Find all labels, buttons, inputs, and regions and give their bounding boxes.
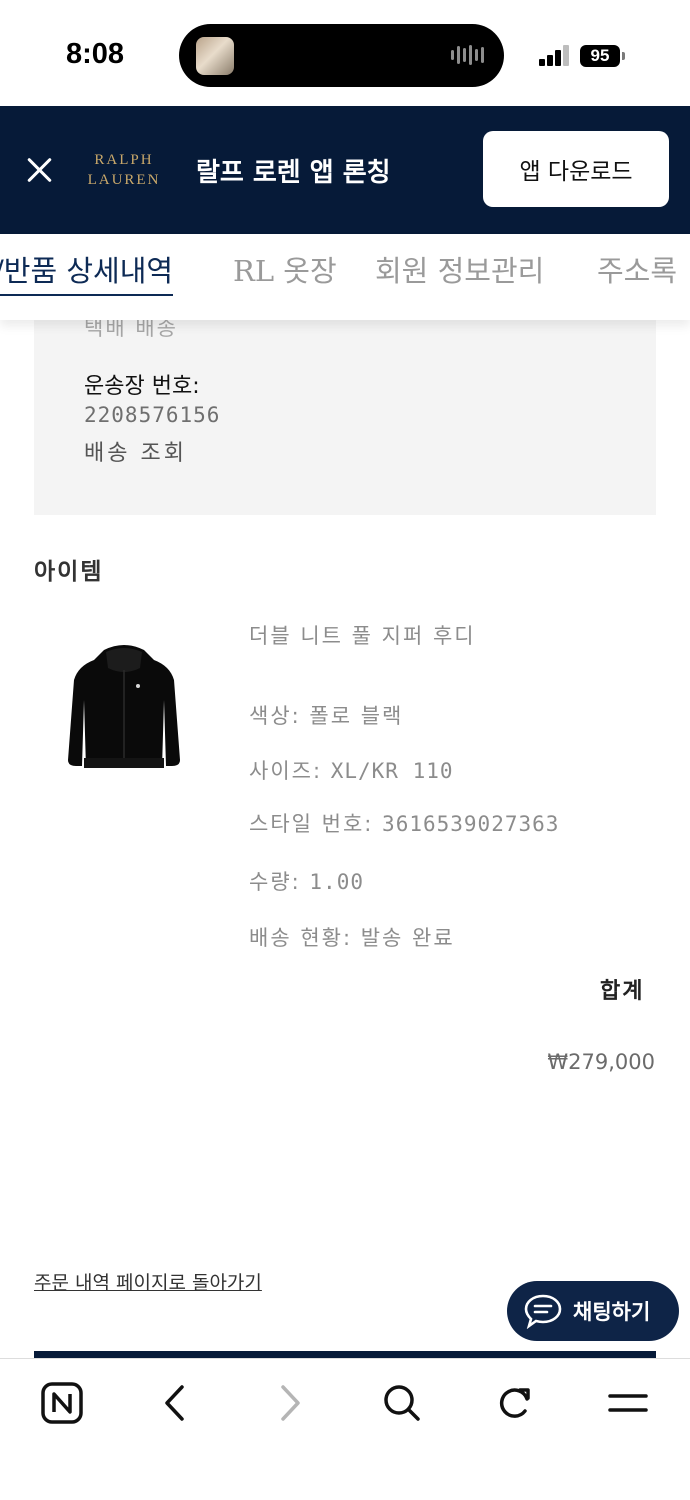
tracking-label: 운송장 번호:	[84, 374, 200, 399]
tab-rl-closet[interactable]: RL 옷장	[233, 248, 337, 290]
shipping-info-box: 택배 배송 운송장 번호: 2208576156 배송 조회	[34, 290, 656, 515]
status-time: 8:08	[66, 38, 125, 70]
status-value: 발송 완료	[360, 926, 455, 950]
product-size: 사이즈: XL/KR 110	[249, 755, 454, 785]
size-value: XL/KR 110	[330, 759, 454, 783]
now-playing-thumbnail	[196, 37, 234, 75]
ralph-lauren-logo: RALPH LAUREN	[84, 150, 164, 190]
dynamic-island[interactable]	[179, 24, 504, 87]
chat-label: 채팅하기	[573, 1300, 651, 1324]
total-value: ₩279,000	[547, 1050, 655, 1074]
logo-line-1: RALPH	[94, 152, 154, 168]
total-label: 합계	[600, 979, 645, 1004]
style-value: 3616539027363	[382, 812, 560, 836]
product-quantity: 수량: 1.00	[249, 866, 364, 896]
tab-address-book[interactable]: 주소록	[597, 248, 677, 290]
qty-value: 1.00	[309, 870, 364, 894]
tab-member-info[interactable]: 회원 정보관리	[375, 248, 544, 290]
chat-button[interactable]: 채팅하기	[507, 1281, 679, 1341]
product-name[interactable]: 더블 니트 풀 지퍼 후디	[249, 620, 476, 650]
cellular-signal-icon	[539, 44, 571, 66]
product-image[interactable]	[62, 640, 186, 780]
audio-waveform-icon	[451, 44, 485, 66]
product-color: 색상: 폴로 블랙	[249, 700, 403, 730]
track-shipment-link[interactable]: 배송 조회	[84, 435, 187, 467]
app-download-button[interactable]: 앱 다운로드	[483, 131, 669, 207]
product-style-number: 스타일 번호: 3616539027363	[249, 808, 559, 838]
color-value: 폴로 블랙	[309, 704, 404, 728]
browser-toolbar	[0, 1358, 690, 1500]
battery-icon: 95	[580, 45, 620, 67]
tracking-number: 2208576156	[84, 403, 221, 427]
back-to-orders-link[interactable]: 주문 내역 페이지로 돌아가기	[34, 1268, 262, 1295]
close-icon[interactable]	[26, 156, 54, 184]
search-icon[interactable]	[376, 1377, 428, 1429]
menu-icon[interactable]	[602, 1377, 654, 1429]
forward-icon[interactable]	[264, 1377, 316, 1429]
tab-return-details[interactable]: /반품 상세내역	[0, 248, 174, 296]
status-label: 배송 현황:	[249, 926, 353, 950]
product-shipping-status: 배송 현황: 발송 완료	[249, 922, 455, 952]
banner-title: 랄프 로렌 앱 론칭	[196, 158, 391, 188]
logo-line-2: LAUREN	[87, 172, 161, 188]
app-download-banner: RALPH LAUREN 랄프 로렌 앱 론칭 앱 다운로드	[0, 106, 690, 234]
items-heading: 아이템	[34, 559, 104, 585]
chat-bubble-icon	[524, 1294, 562, 1329]
refresh-icon[interactable]	[489, 1377, 541, 1429]
account-tabs: /반품 상세내역 RL 옷장 회원 정보관리 주소록	[0, 234, 690, 320]
style-label: 스타일 번호:	[249, 812, 374, 836]
battery-nub	[622, 52, 625, 60]
qty-label: 수량:	[249, 870, 301, 894]
back-icon[interactable]	[149, 1377, 201, 1429]
status-bar: 8:08 95	[0, 0, 690, 106]
size-label: 사이즈:	[249, 759, 323, 783]
color-label: 색상:	[249, 704, 301, 728]
naver-n-icon[interactable]	[36, 1377, 88, 1429]
